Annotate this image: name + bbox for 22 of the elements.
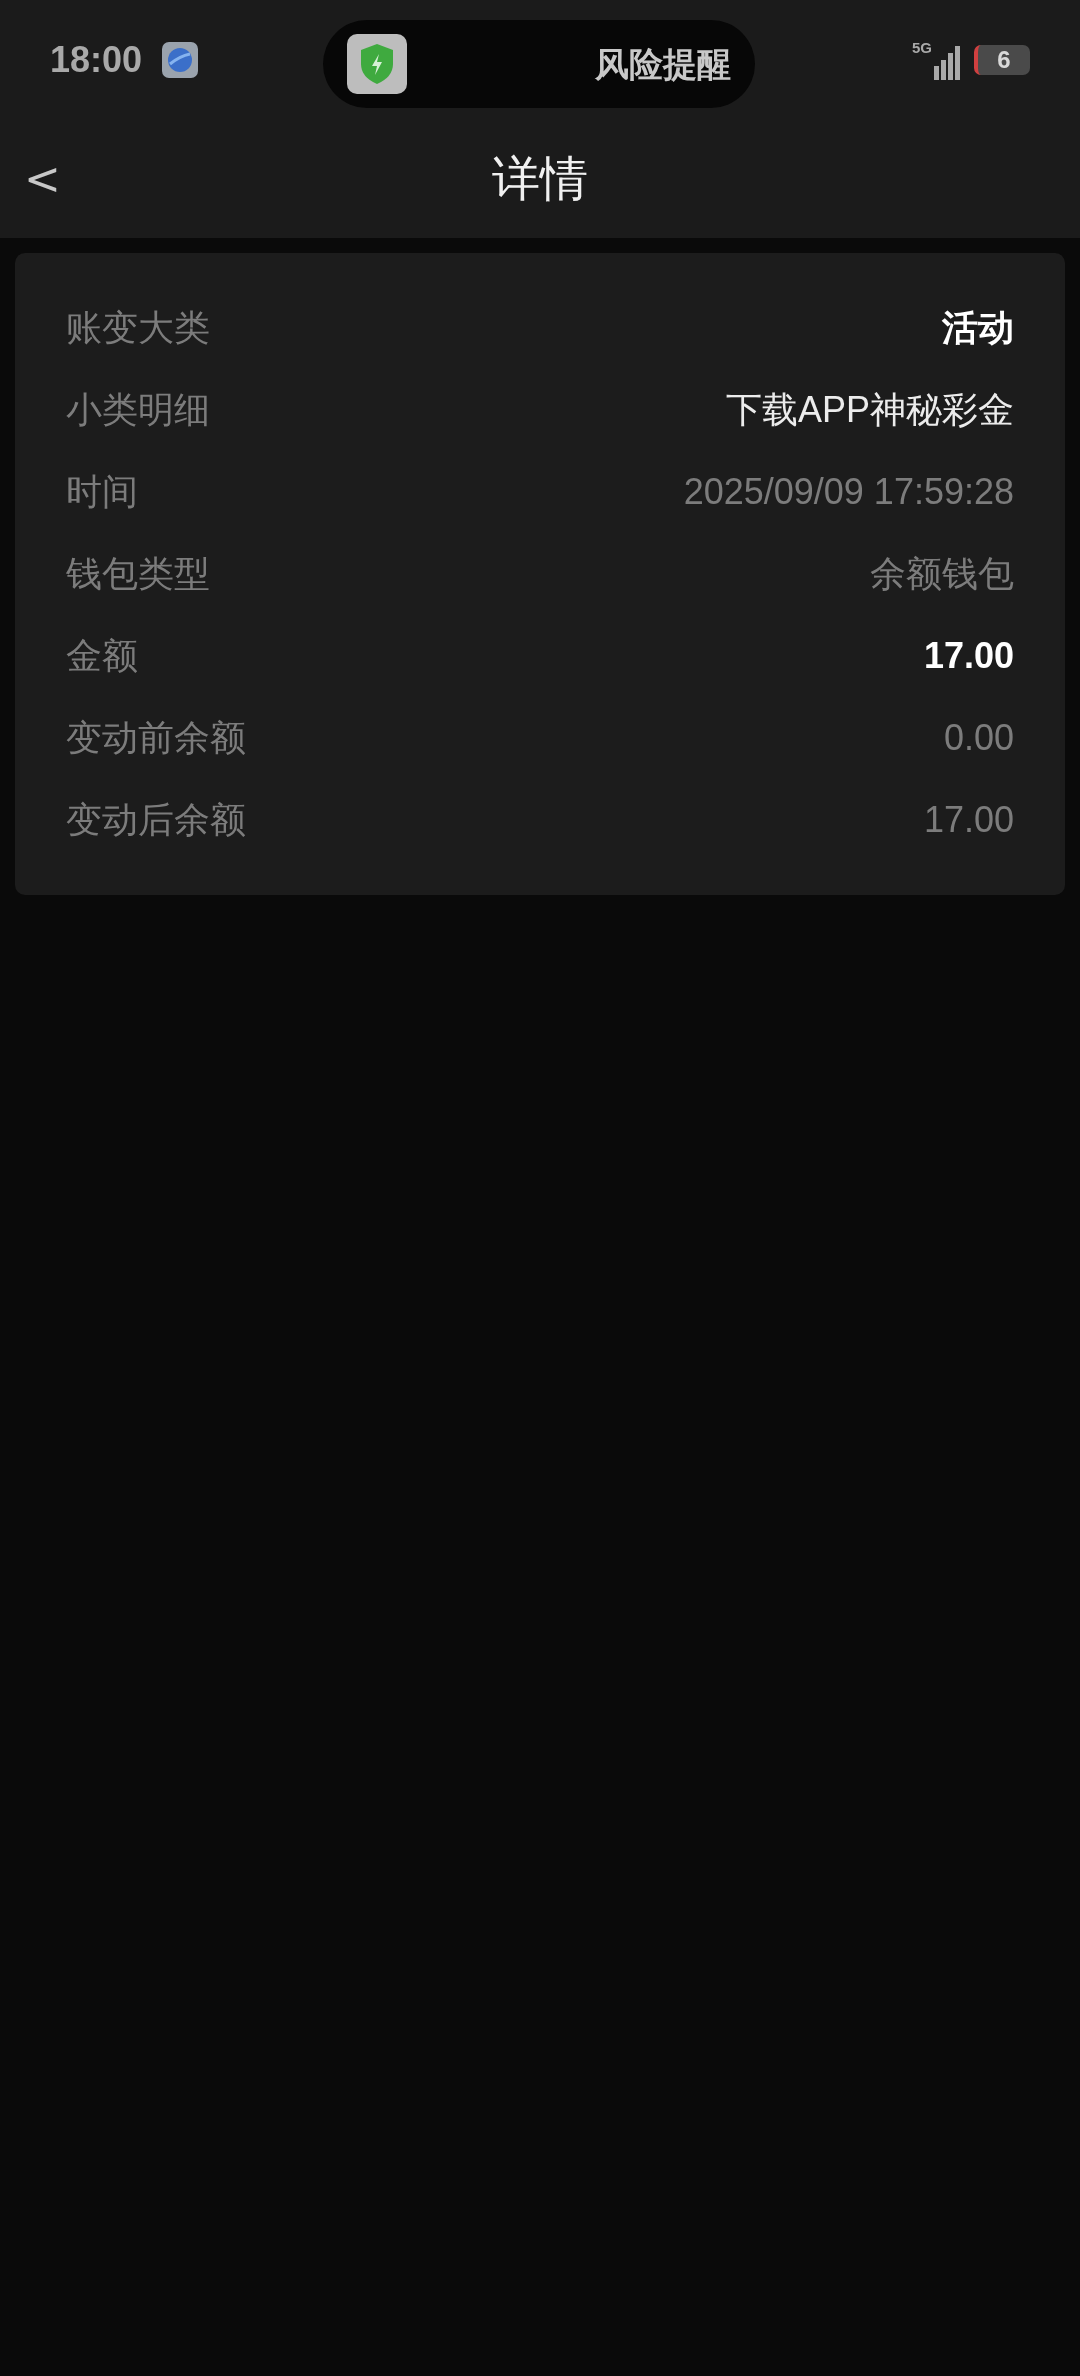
detail-value: 余额钱包 [870, 552, 1014, 596]
back-button[interactable]: < [24, 146, 61, 212]
alert-text: 风险提醒 [595, 43, 731, 85]
detail-value: 17.00 [923, 634, 1014, 678]
detail-label: 账变大类 [66, 306, 210, 350]
shield-icon [347, 34, 407, 94]
detail-label: 变动后余额 [66, 798, 246, 842]
detail-label: 变动前余额 [66, 716, 246, 760]
detail-label: 金额 [66, 634, 138, 678]
status-time: 18:00 [50, 38, 143, 82]
alert-pill[interactable]: 风险提醒 [323, 20, 755, 108]
detail-label: 钱包类型 [66, 552, 210, 596]
battery-indicator: 6 [974, 45, 1030, 75]
app-icon [162, 42, 199, 78]
detail-value: 活动 [942, 306, 1014, 350]
page-title: 详情 [492, 151, 588, 207]
detail-value: 2025/09/09 17:59:28 [683, 470, 1014, 514]
detail-value: 0.00 [943, 716, 1014, 760]
detail-label: 小类明细 [66, 388, 210, 432]
detail-value: 17.00 [923, 798, 1014, 842]
detail-label: 时间 [66, 470, 138, 514]
detail-value: 下载APP神秘彩金 [725, 388, 1014, 432]
